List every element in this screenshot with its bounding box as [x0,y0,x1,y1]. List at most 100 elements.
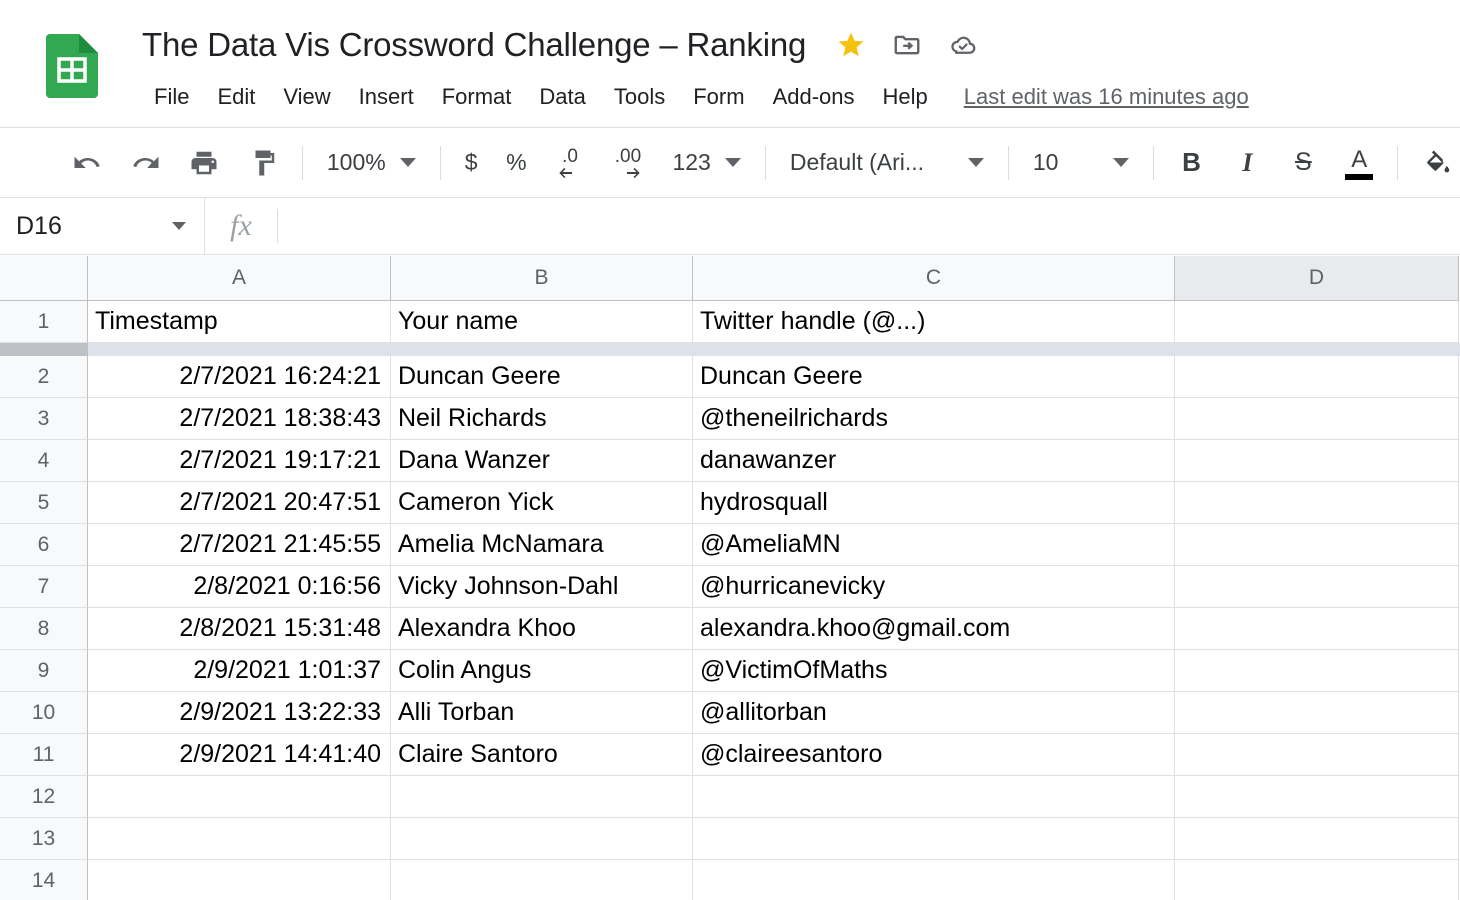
cell-C14[interactable] [693,860,1175,900]
menu-item-add-ons[interactable]: Add-ons [759,78,869,116]
cell-A1[interactable]: Timestamp [88,301,391,343]
increase-decimal-button[interactable]: .00 [606,140,652,186]
cell-C2[interactable]: Duncan Geere [693,356,1175,398]
cell-B11[interactable]: Claire Santoro [391,734,693,776]
cell-B9[interactable]: Colin Angus [391,650,693,692]
page-title[interactable]: The Data Vis Crossword Challenge – Ranki… [142,22,806,68]
cell-C10[interactable]: @allitorban [693,692,1175,734]
cell-C4[interactable]: danawanzer [693,440,1175,482]
cell-D7[interactable] [1175,566,1459,608]
row-header-6[interactable]: 6 [0,524,88,566]
decrease-decimal-button[interactable]: .0 [547,140,593,186]
cell-D12[interactable] [1175,776,1459,818]
menu-item-data[interactable]: Data [525,78,599,116]
menu-item-edit[interactable]: Edit [203,78,269,116]
cell-C7[interactable]: @hurricanevicky [693,566,1175,608]
cell-A7[interactable]: 2/8/2021 0:16:56 [88,566,391,608]
column-header-a[interactable]: A [88,256,391,301]
cell-B5[interactable]: Cameron Yick [391,482,693,524]
cell-B4[interactable]: Dana Wanzer [391,440,693,482]
row-header-4[interactable]: 4 [0,440,88,482]
menu-item-insert[interactable]: Insert [345,78,428,116]
cell-B12[interactable] [391,776,693,818]
cell-A2[interactable]: 2/7/2021 16:24:21 [88,356,391,398]
row-header-7[interactable]: 7 [0,566,88,608]
strikethrough-button[interactable]: S [1282,140,1325,186]
cell-A3[interactable]: 2/7/2021 18:38:43 [88,398,391,440]
cell-A8[interactable]: 2/8/2021 15:31:48 [88,608,391,650]
formula-input[interactable] [278,198,1460,254]
text-color-button[interactable]: A [1338,140,1381,186]
undo-icon[interactable] [64,140,110,186]
row-header-13[interactable]: 13 [0,818,88,860]
row-header-9[interactable]: 9 [0,650,88,692]
row-header-1[interactable]: 1 [0,301,88,343]
cell-A11[interactable]: 2/9/2021 14:41:40 [88,734,391,776]
cell-B13[interactable] [391,818,693,860]
font-family-dropdown[interactable]: Default (Ari... [782,140,992,186]
row-header-14[interactable]: 14 [0,860,88,900]
cell-D1[interactable] [1175,301,1459,343]
row-header-5[interactable]: 5 [0,482,88,524]
currency-format-button[interactable]: $ [457,140,486,186]
menu-item-format[interactable]: Format [428,78,526,116]
cell-B8[interactable]: Alexandra Khoo [391,608,693,650]
cell-D8[interactable] [1175,608,1459,650]
cell-C1[interactable]: Twitter handle (@...) [693,301,1175,343]
move-to-folder-icon[interactable] [892,30,922,60]
cell-D11[interactable] [1175,734,1459,776]
name-box[interactable]: D16 [0,198,205,254]
cell-B10[interactable]: Alli Torban [391,692,693,734]
cell-D14[interactable] [1175,860,1459,900]
column-header-c[interactable]: C [693,256,1175,301]
cell-D5[interactable] [1175,482,1459,524]
number-format-dropdown[interactable]: 123 [664,140,748,186]
cell-C9[interactable]: @VictimOfMaths [693,650,1175,692]
cell-A4[interactable]: 2/7/2021 19:17:21 [88,440,391,482]
column-header-d[interactable]: D [1175,256,1459,301]
cell-A12[interactable] [88,776,391,818]
cell-B7[interactable]: Vicky Johnson-Dahl [391,566,693,608]
cell-C8[interactable]: alexandra.khoo@gmail.com [693,608,1175,650]
cell-A13[interactable] [88,818,391,860]
menu-item-view[interactable]: View [269,78,344,116]
cell-B2[interactable]: Duncan Geere [391,356,693,398]
cell-C12[interactable] [693,776,1175,818]
frozen-row-divider[interactable] [0,343,1460,356]
cell-A9[interactable]: 2/9/2021 1:01:37 [88,650,391,692]
cell-D2[interactable] [1175,356,1459,398]
cell-A10[interactable]: 2/9/2021 13:22:33 [88,692,391,734]
spreadsheet-grid[interactable]: A B C D 1 Timestamp Your name Twitter handle (@… [0,256,1460,900]
cell-D4[interactable] [1175,440,1459,482]
zoom-dropdown[interactable]: 100% [319,140,424,186]
menu-item-tools[interactable]: Tools [600,78,679,116]
cell-A14[interactable] [88,860,391,900]
row-header-11[interactable]: 11 [0,734,88,776]
bold-button[interactable]: B [1170,140,1213,186]
row-header-10[interactable]: 10 [0,692,88,734]
italic-button[interactable]: I [1226,140,1269,186]
cell-D9[interactable] [1175,650,1459,692]
select-all-corner[interactable] [0,256,88,301]
cell-C11[interactable]: @claireesantoro [693,734,1175,776]
row-header-3[interactable]: 3 [0,398,88,440]
cell-D3[interactable] [1175,398,1459,440]
cell-D6[interactable] [1175,524,1459,566]
paint-format-icon[interactable] [240,140,286,186]
cell-B14[interactable] [391,860,693,900]
column-header-b[interactable]: B [391,256,693,301]
cell-A6[interactable]: 2/7/2021 21:45:55 [88,524,391,566]
cell-C5[interactable]: hydrosquall [693,482,1175,524]
cell-D13[interactable] [1175,818,1459,860]
menu-item-form[interactable]: Form [679,78,758,116]
fill-color-icon[interactable] [1414,140,1460,186]
cell-B1[interactable]: Your name [391,301,693,343]
frozen-row-handle[interactable] [0,343,88,356]
menu-item-help[interactable]: Help [869,78,942,116]
cell-B3[interactable]: Neil Richards [391,398,693,440]
cell-A5[interactable]: 2/7/2021 20:47:51 [88,482,391,524]
row-header-2[interactable]: 2 [0,356,88,398]
cell-B6[interactable]: Amelia McNamara [391,524,693,566]
cell-C6[interactable]: @AmeliaMN [693,524,1175,566]
cell-C13[interactable] [693,818,1175,860]
